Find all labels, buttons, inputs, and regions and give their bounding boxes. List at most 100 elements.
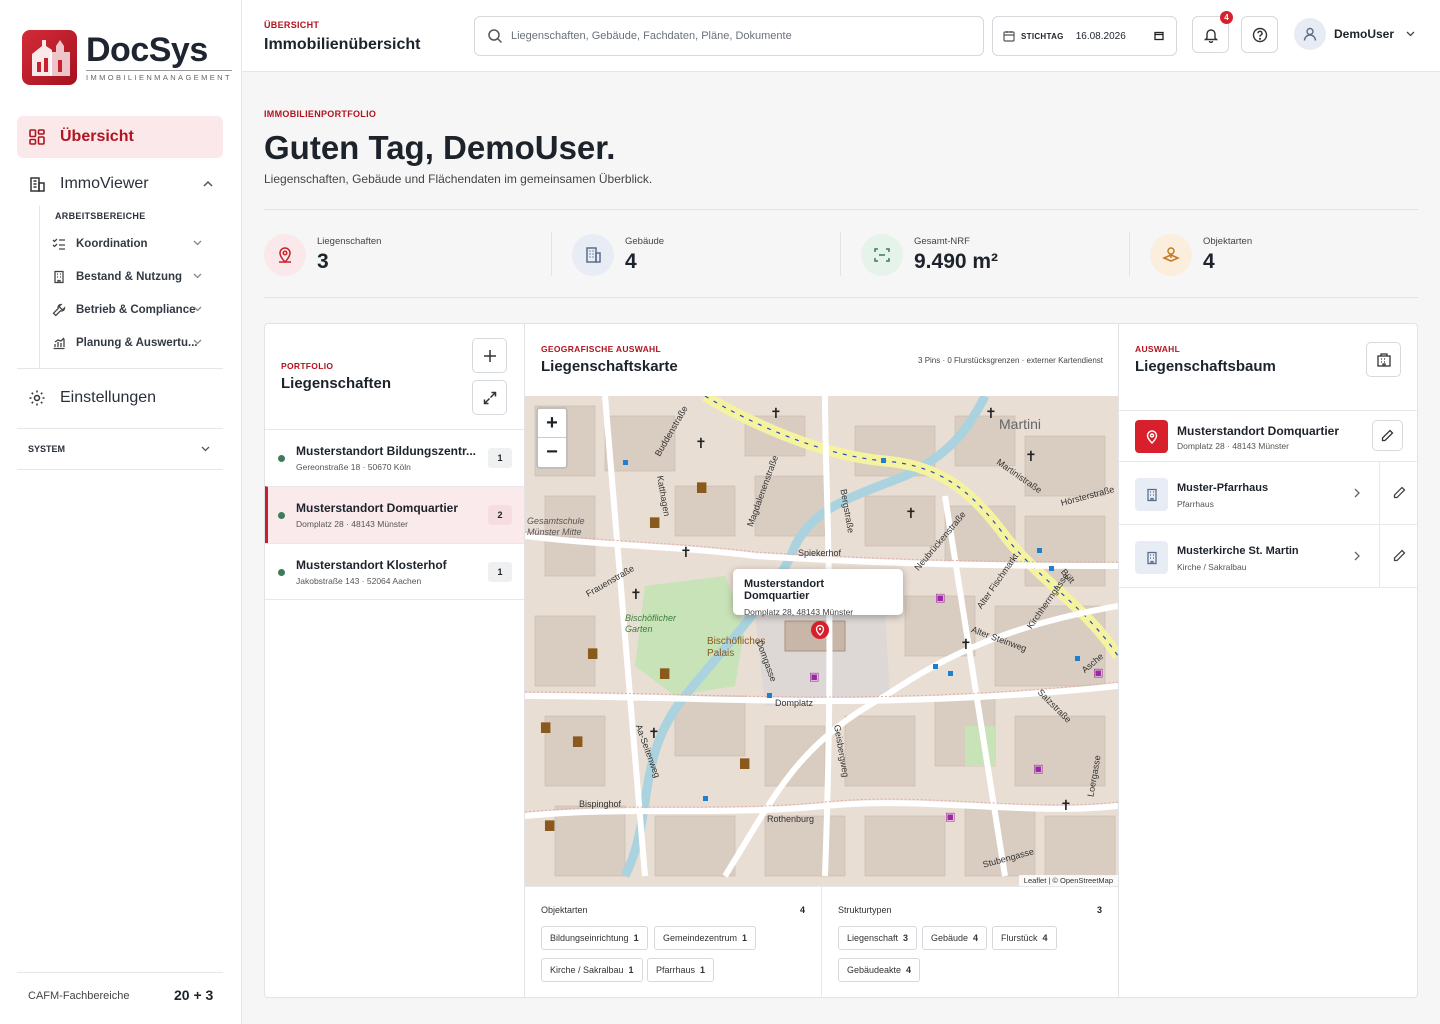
sidebar-item-label: Bestand & Nutzung [76,271,183,283]
sidebar-item-planung[interactable]: Planung & Auswertu... [52,331,220,355]
app-logo[interactable]: DocSys IMMOBILIENMANAGEMENT [22,30,232,85]
sidebar-item-bestand[interactable]: Bestand & Nutzung [52,265,220,289]
stat-buildings: Gebäude 4 [572,232,664,278]
map-label: Domplatz [775,698,814,708]
svg-text:▣: ▣ [945,810,955,823]
zoom-in-button[interactable]: + [538,409,566,438]
map-view[interactable]: ✝ ✝ ✝ ✝ ✝ ✝ ✝ ✝ ✝ ✝ ▆ ▆ ▆ ▆ ▆ ▆ ▆ ▆ ▣ ▣ ▣ ▣ ▣ Marti [525,396,1118,886]
chip-count: 1 [628,965,634,975]
tree-root[interactable]: Musterstandort Domquartier Domplatz 28 ·… [1119,410,1418,462]
pencil-icon[interactable] [1393,486,1406,499]
date-label: STICHTAG [1021,31,1064,41]
filter-chip[interactable]: Bildungseinrichtung 1 [541,926,648,950]
sidebar-item-koordination[interactable]: Koordination [52,232,220,256]
tree-title: Liegenschaftsbaum [1135,358,1276,375]
map-panel: GEOGRAFISCHE AUSWAHL Liegenschaftskarte … [525,324,1119,998]
divider [17,469,223,470]
svg-text:▆: ▆ [696,479,707,493]
filter-chip[interactable]: Liegenschaft 3 [838,926,918,950]
building-view-button[interactable] [1366,342,1401,377]
nav-immoviewer-label: ImmoViewer [60,175,149,192]
nav-overview-label: Übersicht [60,128,134,145]
chevron-up-icon[interactable] [203,180,213,187]
sidebar-item-betrieb[interactable]: Betrieb & Compliance [52,298,220,322]
chevron-right-icon[interactable] [1354,488,1360,498]
nav-settings[interactable]: Einstellungen [17,381,223,415]
svg-text:▆: ▆ [572,733,583,747]
user-menu[interactable]: DemoUser [1294,18,1415,50]
search-input[interactable]: Liegenschaften, Gebäude, Fachdaten, Plän… [474,16,984,56]
chevron-right-icon[interactable] [1354,551,1360,561]
filter-chip[interactable]: Pfarrhaus 1 [647,958,715,982]
stat-label: Gesamt-NRF [914,236,970,247]
stat-value: 3 [317,250,329,273]
stat-label: Objektarten [1203,236,1253,247]
chevron-down-icon[interactable] [193,306,202,312]
help-icon [1252,27,1267,42]
chevron-down-icon[interactable] [193,339,202,345]
map-attribution[interactable]: Leaflet | © OpenStreetMap [1018,875,1118,886]
tree-item[interactable]: Muster-Pfarrhaus Pfarrhaus [1119,462,1418,525]
tree-item[interactable]: Musterkirche St. Martin Kirche / Sakralb… [1119,525,1418,588]
svg-text:✝: ✝ [695,436,707,452]
chip-count: 4 [906,965,912,975]
portfolio-card: PORTFOLIO Liegenschaften Musterstandort … [264,323,1418,998]
svg-text:✝: ✝ [1060,798,1072,814]
list-check-icon [52,238,65,250]
plus-icon [483,349,496,362]
chevron-down-icon[interactable] [201,446,210,452]
filter-chip[interactable]: Gebäude 4 [922,926,988,950]
pencil-icon[interactable] [1393,549,1406,562]
building-icon [572,234,614,276]
map-meta: 3 Pins · 0 Flurstücksgrenzen · externer … [918,356,1103,365]
tree-item-name: Muster-Pfarrhaus [1177,482,1269,494]
stat-value: 4 [1203,250,1215,273]
map-popup[interactable]: Musterstandort Domquartier Domplatz 28, … [733,569,903,617]
notifications-button[interactable]: 4 [1192,11,1233,53]
filter-chip[interactable]: Flurstück 4 [992,926,1057,950]
layers-icon [1150,234,1192,276]
date-value: 16.08.2026 [1075,30,1126,42]
chip-label: Gebäude [931,933,969,943]
system-section[interactable]: SYSTEM [28,444,65,454]
chip-count: 1 [633,933,639,943]
sidebar: DocSys IMMOBILIENMANAGEMENT Übersicht Im… [0,0,242,1024]
divider [264,297,1418,298]
object-types-count: 4 [800,905,806,915]
date-picker[interactable]: STICHTAG 16.08.2026 [992,16,1177,56]
filter-area: Objektarten 4 Bildungseinrichtung 1 Gemei… [525,886,1118,998]
nav-immoviewer[interactable]: ImmoViewer [17,167,223,201]
chevron-down-icon[interactable] [193,273,202,279]
nav-overview[interactable]: Übersicht [17,116,223,158]
map-pin-icon[interactable] [810,620,830,640]
app-subtitle: IMMOBILIENMANAGEMENT [86,70,232,82]
help-button[interactable] [1241,16,1278,53]
status-dot [278,512,285,519]
filter-chip[interactable]: Kirche / Sakralbau 1 [541,958,643,982]
property-name: Musterstandort Bildungszentr... [296,444,477,458]
expand-button[interactable] [472,380,507,415]
list-item[interactable]: Musterstandort Bildungszentr... Gereonst… [265,429,524,486]
filter-chip[interactable]: Gebäudeakte 4 [838,958,921,982]
property-name: Musterstandort Klosterhof [296,558,447,572]
nav-settings-label: Einstellungen [60,389,157,406]
workspaces-heading: ARBEITSBEREICHE [55,211,146,221]
add-property-button[interactable] [472,338,507,373]
edit-button[interactable] [1372,420,1403,451]
building-icon [1376,352,1391,367]
popup-title: Musterstandort Domquartier [744,578,825,602]
tree-item-type: Pfarrhaus [1177,499,1214,509]
chevron-down-icon[interactable] [193,240,202,246]
calendar-picker-icon[interactable] [1154,31,1164,41]
zoom-out-button[interactable]: − [538,438,566,467]
building-count-badge: 1 [488,448,512,468]
property-address: Gereonstraße 18 · 50670 Köln [296,462,411,472]
list-item[interactable]: Musterstandort Klosterhof Jakobstraße 14… [265,543,524,600]
chip-count: 4 [973,933,979,943]
filter-chip[interactable]: Gemeindezentrum 1 [654,926,757,950]
divider [1379,462,1380,524]
map-label: Martini [999,416,1042,432]
stat-value: 4 [625,250,637,273]
list-item[interactable]: Musterstandort Domquartier Domplatz 28 ·… [265,486,524,543]
divider [1129,232,1130,276]
